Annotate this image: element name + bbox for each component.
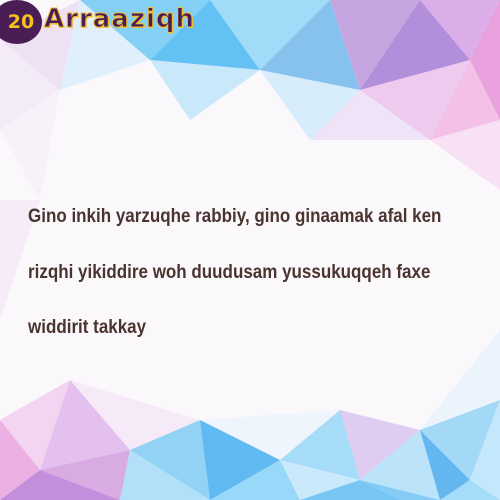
message-line-2: rizqhi yikiddire woh duudusam yussukuqqe…: [28, 261, 431, 283]
message-line-1: Gino inkih yarzuqhe rabbiy, gino ginaama…: [28, 205, 442, 227]
brand-logo-text: Arraaziqh: [43, 4, 196, 35]
message-line-3: widdirit takkay: [28, 316, 147, 338]
polygon-background: [0, 0, 500, 500]
badge-number: 20: [7, 11, 35, 33]
